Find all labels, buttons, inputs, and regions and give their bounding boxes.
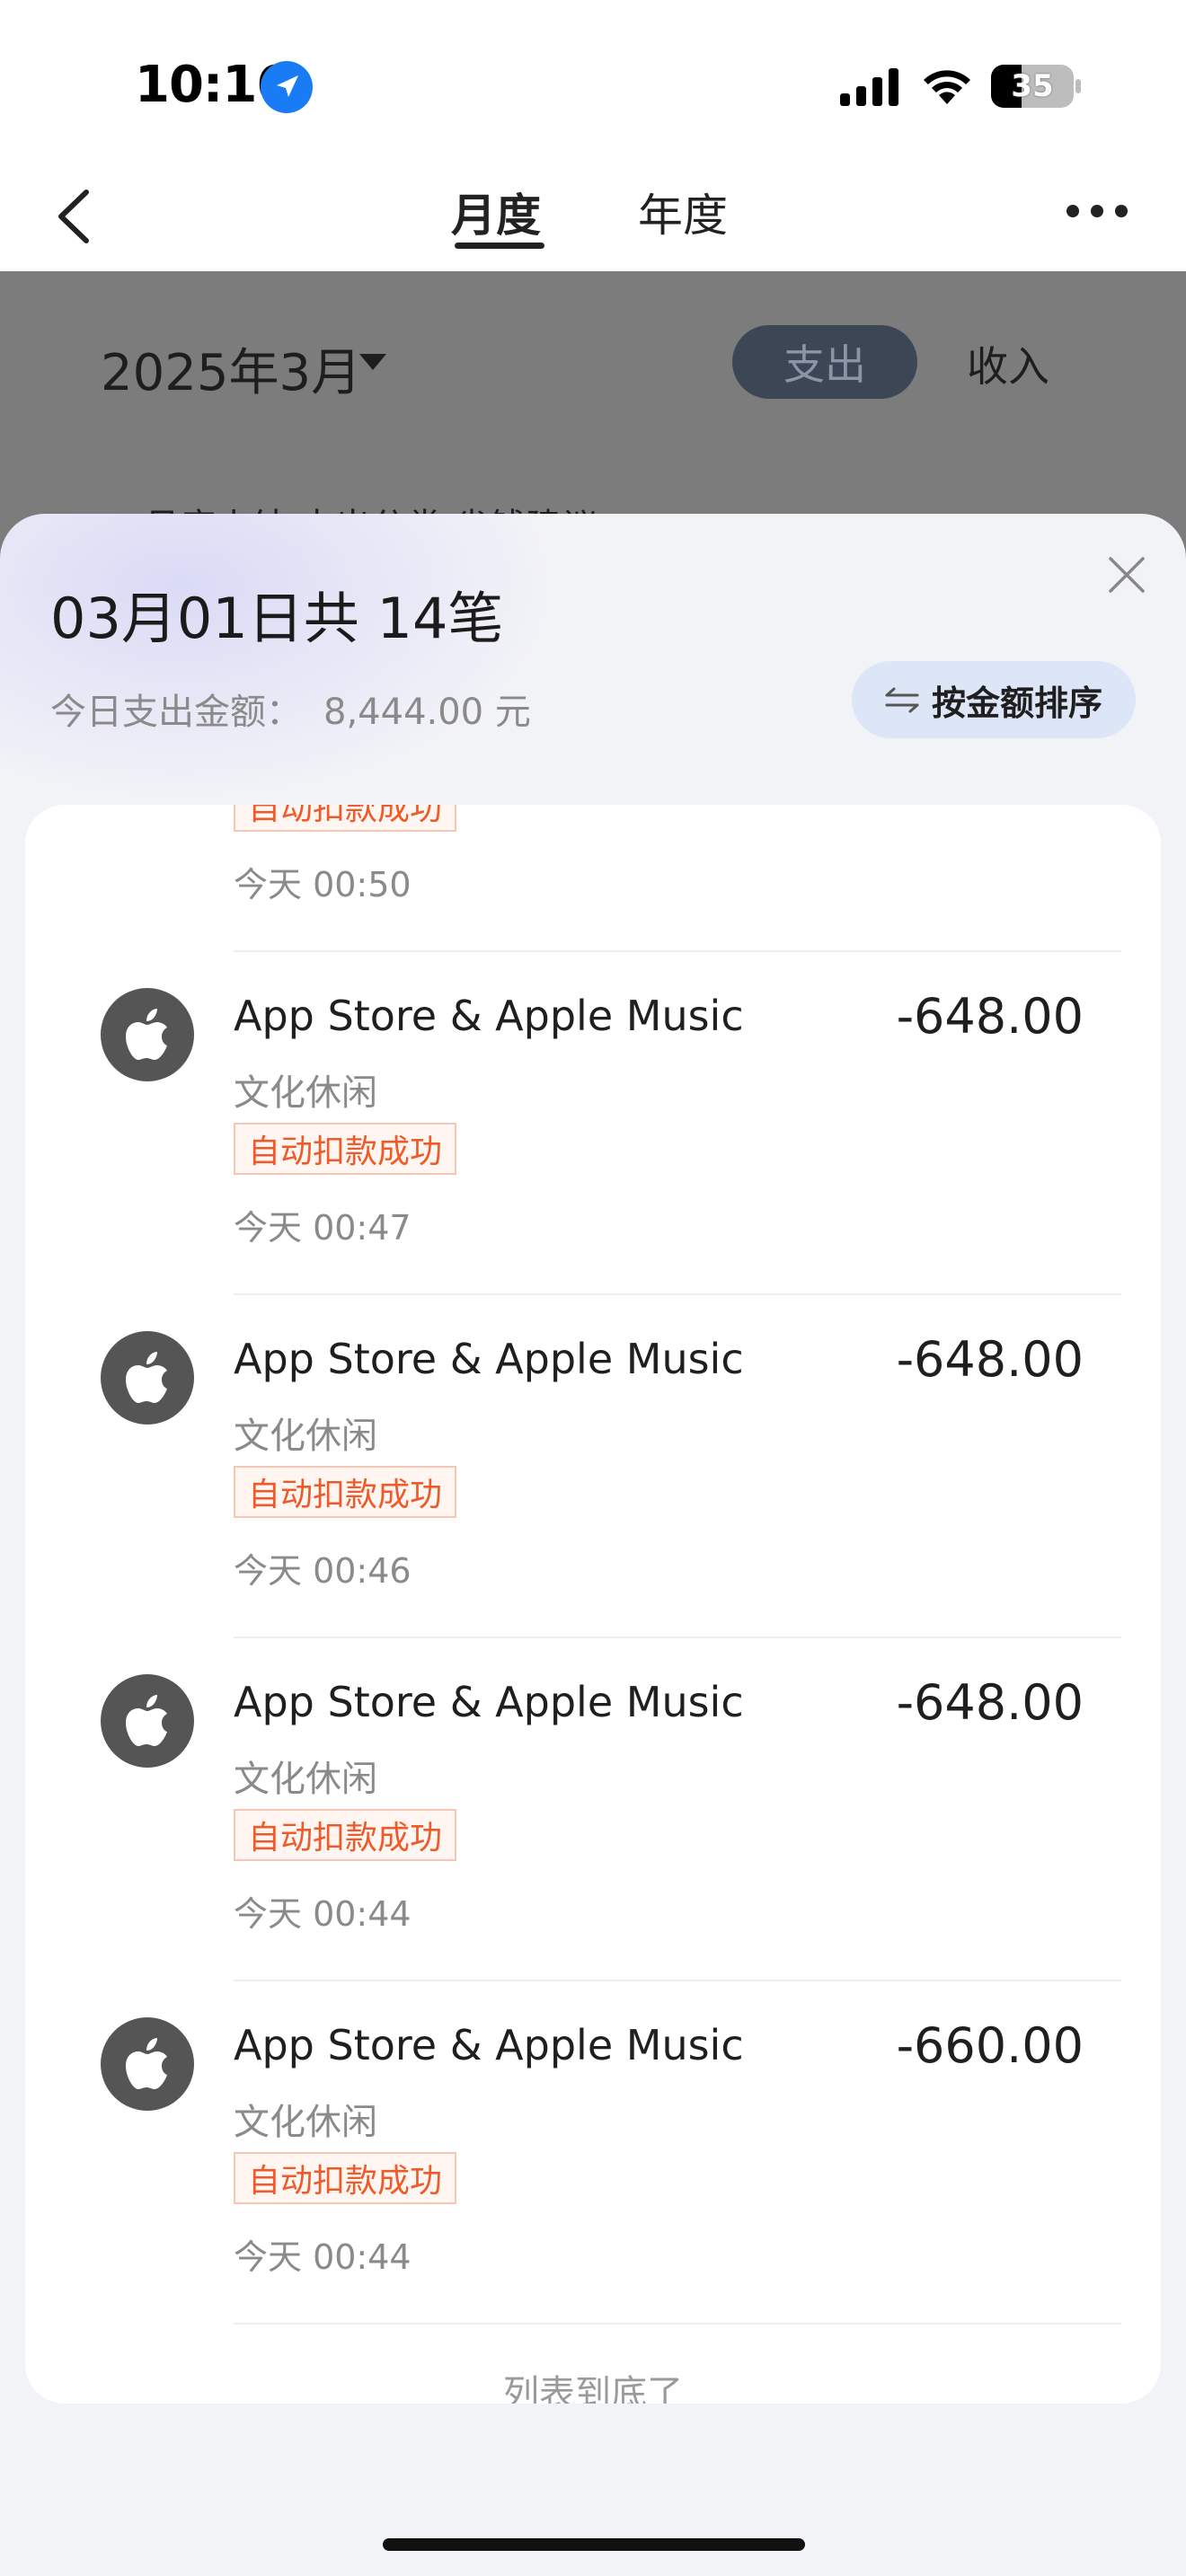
transaction-time: 今天 00:47 bbox=[234, 1208, 412, 1248]
status-badge: 自动扣款成功 bbox=[234, 1809, 457, 1861]
battery-level: 35 bbox=[1011, 68, 1054, 104]
month-selector: 2025年3月 bbox=[101, 344, 362, 402]
merchant-avatar bbox=[101, 1674, 194, 1768]
status-bar: 10:16 35 bbox=[0, 0, 1186, 162]
transaction-list[interactable]: 自动扣款成功 今天 00:50 App Store & Apple Music … bbox=[25, 805, 1161, 2404]
sort-arrows-icon bbox=[885, 687, 919, 713]
sheet-title: 03月01日共 14笔 bbox=[50, 586, 504, 651]
transaction-amount: -648.00 bbox=[896, 1674, 1084, 1731]
income-toggle: 收入 bbox=[967, 342, 1049, 391]
apple-logo-icon bbox=[126, 1695, 167, 1746]
apple-logo-icon bbox=[126, 1009, 167, 1060]
cellular-signal-icon bbox=[840, 68, 898, 106]
transaction-item[interactable]: App Store & Apple Music 文化休闲 自动扣款成功 今天 0… bbox=[25, 952, 1161, 1295]
location-arrow-icon bbox=[261, 61, 313, 113]
list-end-message: 列表到底了 bbox=[503, 2373, 683, 2404]
transaction-time: 今天 00:46 bbox=[234, 1551, 412, 1591]
apple-logo-icon bbox=[126, 1352, 167, 1403]
expense-toggle: 支出 bbox=[732, 325, 917, 399]
merchant-name: App Store & Apple Music bbox=[234, 992, 744, 1040]
transaction-amount: -648.00 bbox=[896, 988, 1084, 1045]
row-divider bbox=[234, 2323, 1121, 2325]
wifi-icon bbox=[924, 70, 970, 104]
status-badge: 自动扣款成功 bbox=[234, 805, 457, 832]
close-icon[interactable] bbox=[1107, 555, 1146, 595]
sort-button-label: 按金额排序 bbox=[931, 683, 1102, 723]
more-options-icon[interactable] bbox=[1066, 198, 1128, 225]
tab-yearly[interactable]: 年度 bbox=[638, 180, 728, 244]
tab-active-indicator bbox=[455, 243, 544, 249]
merchant-avatar bbox=[101, 988, 194, 1081]
apple-logo-icon bbox=[126, 2038, 167, 2089]
sheet-glow bbox=[0, 514, 557, 801]
transaction-category: 文化休闲 bbox=[234, 2102, 377, 2143]
back-chevron-icon[interactable] bbox=[52, 185, 97, 248]
transaction-time: 今天 00:44 bbox=[234, 2237, 412, 2277]
merchant-avatar bbox=[101, 1331, 194, 1425]
merchant-name: App Store & Apple Music bbox=[234, 2021, 744, 2069]
status-badge: 自动扣款成功 bbox=[234, 1466, 457, 1518]
daily-total-label: 今日支出金额： bbox=[50, 692, 302, 733]
transaction-item[interactable]: App Store & Apple Music 文化休闲 自动扣款成功 今天 0… bbox=[25, 1981, 1161, 2325]
transaction-category: 文化休闲 bbox=[234, 1072, 377, 1114]
transaction-item[interactable]: App Store & Apple Music 文化休闲 自动扣款成功 今天 0… bbox=[25, 1295, 1161, 1638]
merchant-name: App Store & Apple Music bbox=[234, 1335, 744, 1383]
nav-bar: 月度 年度 bbox=[0, 162, 1186, 271]
transaction-item[interactable]: App Store & Apple Music 文化休闲 自动扣款成功 今天 0… bbox=[25, 1638, 1161, 1981]
transaction-amount: -660.00 bbox=[896, 2017, 1084, 2074]
status-badge: 自动扣款成功 bbox=[234, 1123, 457, 1175]
transaction-time: 今天 00:44 bbox=[234, 1894, 412, 1934]
transaction-amount: -648.00 bbox=[896, 1331, 1084, 1388]
merchant-avatar bbox=[101, 2017, 194, 2111]
transactions-sheet: 03月01日共 14笔 今日支出金额： 8,444.00 元 按金额排序 自动扣… bbox=[0, 514, 1186, 2576]
tab-monthly[interactable]: 月度 bbox=[451, 180, 541, 244]
caret-down-icon bbox=[359, 354, 386, 370]
transaction-category: 文化休闲 bbox=[234, 1759, 377, 1800]
home-indicator[interactable] bbox=[383, 2538, 805, 2551]
transaction-category: 文化休闲 bbox=[234, 1416, 377, 1457]
transaction-item[interactable]: 自动扣款成功 今天 00:50 bbox=[25, 805, 1161, 952]
sort-by-amount-button[interactable]: 按金额排序 bbox=[852, 661, 1136, 738]
transaction-time: 今天 00:50 bbox=[234, 865, 412, 904]
merchant-name: App Store & Apple Music bbox=[234, 1678, 744, 1726]
daily-total-value: 8,444.00 元 bbox=[323, 692, 531, 733]
status-badge: 自动扣款成功 bbox=[234, 2152, 457, 2204]
